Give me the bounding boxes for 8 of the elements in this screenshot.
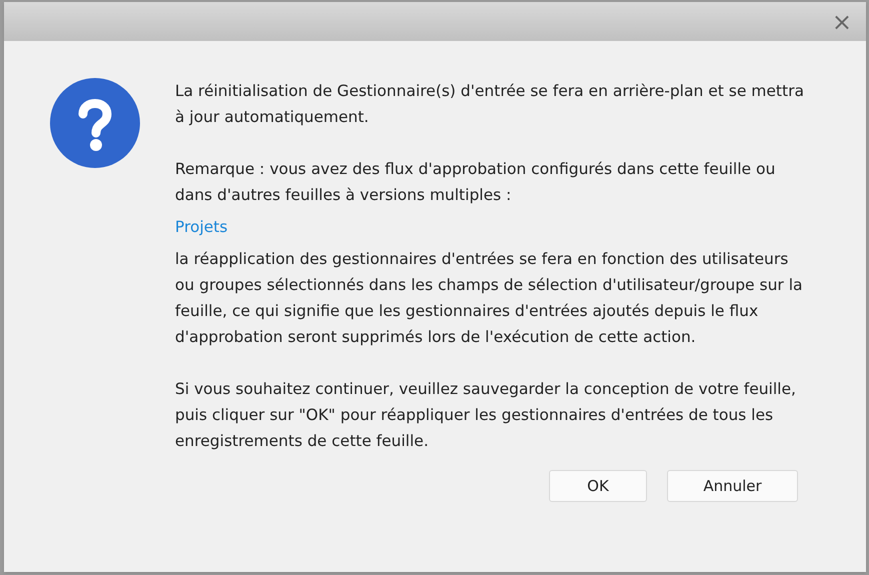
message-paragraph: Remarque : vous avez des flux d'approbation configurés dans cette feuille ou dans d'autres feuilles à versions multiples :: [175, 159, 776, 206]
message-paragraph: la réapplication des gestionnaires d'entrées se fera en fonction des utilisateurs ou groupes sélectionnés dans les champs de sélection d'utilisateur/groupe sur la feuille, ce qui signifie que les gestionnaires d'entrées ajoutés depuis le flux d'approbation seront supprimés lors de l'exécution de cette action.: [175, 249, 804, 348]
cancel-button[interactable]: Annuler: [667, 470, 798, 502]
ok-button[interactable]: OK: [549, 470, 647, 502]
question-icon: [50, 78, 140, 168]
message-paragraph: La réinitialisation de Gestionnaire(s) d'entrée se fera en arrière-plan et se mettra à jour automatiquement.: [175, 81, 805, 128]
close-button[interactable]: ×: [828, 10, 856, 34]
message-paragraph: Si vous souhaitez continuer, veuillez sauvegarder la conception de votre feuille, puis cliquer sur "OK" pour réappliquer les gestionnaires d'entrées de tous les enregistrements de cette feuille.: [175, 379, 797, 452]
